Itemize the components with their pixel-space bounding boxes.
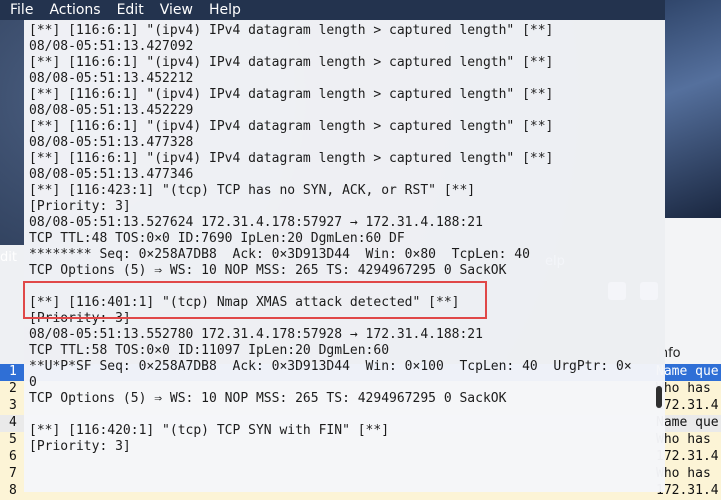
terminal-line: TCP Options (5) ⇒ WS: 10 NOP MSS: 265 TS… [29, 263, 507, 278]
terminal-line: ******** Seq: 0×258A7DB8 Ack: 0×3D913D44… [29, 247, 530, 262]
packet-number: 5 [9, 432, 17, 447]
terminal-line: [**] [116:6:1] "(ipv4) IPv4 datagram len… [29, 23, 554, 38]
terminal-line: 08/08-05:51:13.477328 [29, 135, 194, 150]
terminal-line: [**] [116:420:1] "(tcp) TCP SYN with FIN… [29, 423, 390, 438]
terminal-line: [**] [116:423:1] "(tcp) TCP has no SYN, … [29, 183, 476, 198]
packet-number: 4 [9, 415, 17, 430]
terminal-line: 08/08-05:51:13.452212 [29, 71, 194, 86]
packet-info: 172.31.4 [656, 483, 719, 498]
terminal-line: [Priority: 3] [29, 439, 131, 454]
desktop-wallpaper-corner [665, 0, 721, 218]
packet-info: Name que [656, 415, 719, 430]
packet-info: Name que [656, 364, 719, 379]
terminal-line: TCP TTL:58 TOS:0×0 ID:11097 IpLen:20 Dgm… [29, 343, 390, 358]
terminal-line: [**] [116:6:1] "(ipv4) IPv4 datagram len… [29, 87, 554, 102]
menu-view[interactable]: View [160, 2, 193, 18]
terminal-line: TCP TTL:48 TOS:0×0 ID:7690 IpLen:20 DgmL… [29, 231, 405, 246]
terminal-line: [**] [116:6:1] "(ipv4) IPv4 datagram len… [29, 119, 554, 134]
terminal-line: [**] [116:6:1] "(ipv4) IPv4 datagram len… [29, 55, 554, 70]
terminal-line: 08/08-05:51:13.527624 172.31.4.178:57927… [29, 215, 483, 230]
terminal-line: TCP Options (5) ⇒ WS: 10 NOP MSS: 265 TS… [29, 391, 507, 406]
terminal-output[interactable]: [**] [116:6:1] "(ipv4) IPv4 datagram len… [24, 20, 665, 492]
terminal-menubar: File Actions Edit View Help [0, 0, 665, 20]
alert-highlight-box [23, 281, 487, 319]
packet-info: 172.31.4 [656, 449, 719, 464]
menu-help[interactable]: Help [209, 2, 241, 18]
packet-number: 2 [9, 381, 17, 396]
terminal-line: [Priority: 3] [29, 199, 131, 214]
terminal-line: 08/08-05:51:13.452229 [29, 103, 194, 118]
terminal-line: 08/08-05:51:13.477346 [29, 167, 194, 182]
terminal-line: **U*P*SF Seq: 0×258A7DB8 Ack: 0×3D913D44… [29, 359, 632, 374]
packet-number: 8 [9, 483, 17, 498]
packet-number: 3 [9, 398, 17, 413]
menu-actions[interactable]: Actions [49, 2, 100, 18]
terminal-line: 08/08-05:51:13.552780 172.31.4.178:57928… [29, 327, 483, 342]
terminal-line: [**] [116:6:1] "(ipv4) IPv4 datagram len… [29, 151, 554, 166]
terminal-line: 0 [29, 375, 37, 390]
terminal-line: 08/08-05:51:13.427092 [29, 39, 194, 54]
background-menu-edit[interactable]: dit [0, 250, 17, 265]
packet-number: 1 [9, 364, 17, 379]
scrollbar-thumb[interactable] [656, 386, 662, 408]
menu-file[interactable]: File [10, 2, 33, 18]
packet-number: 6 [9, 449, 17, 464]
menu-edit[interactable]: Edit [117, 2, 144, 18]
packet-number: 7 [9, 466, 17, 481]
packet-info: 172.31.4 [656, 398, 719, 413]
